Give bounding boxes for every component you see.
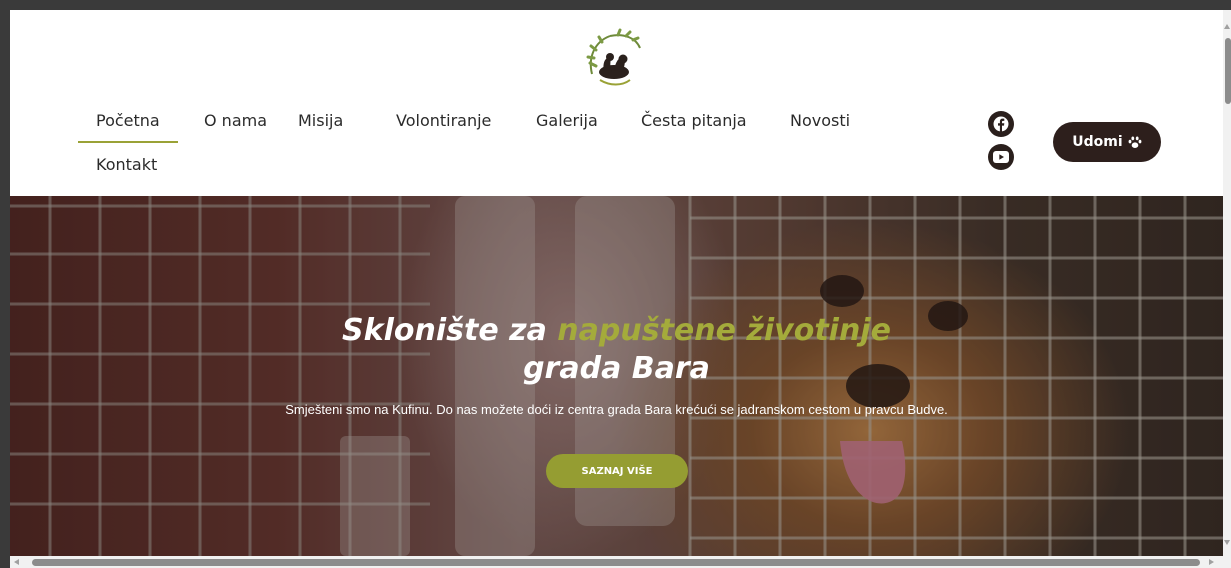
- youtube-link[interactable]: [988, 144, 1014, 170]
- nav-item-kontakt[interactable]: Kontakt: [96, 155, 157, 174]
- nav-item-galerija[interactable]: Galerija: [536, 111, 598, 130]
- hero-subtitle: Smješteni smo na Kufinu. Do nas možete d…: [285, 402, 948, 417]
- scroll-left-arrow-icon[interactable]: [14, 559, 19, 565]
- window-left-border: [0, 0, 10, 568]
- nav-item-volontiranje[interactable]: Volontiranje: [396, 111, 491, 130]
- nav-item-misija[interactable]: Misija: [298, 111, 343, 130]
- hero-title: Sklonište za napuštene životinje grada B…: [10, 312, 1223, 388]
- adopt-button[interactable]: Udomi: [1053, 122, 1161, 162]
- site-header: Početna O nama Misija Volontiranje Galer…: [10, 10, 1223, 196]
- hero-banner: Sklonište za napuštene životinje grada B…: [10, 196, 1223, 556]
- adopt-button-label: Udomi: [1072, 134, 1123, 150]
- nav-item-cesta-pitanja[interactable]: Česta pitanja: [641, 111, 747, 130]
- facebook-link[interactable]: [988, 111, 1014, 137]
- scroll-down-arrow-icon[interactable]: [1224, 540, 1230, 545]
- youtube-icon: [993, 151, 1009, 163]
- window-top-border: [0, 0, 1231, 10]
- vertical-scrollbar-thumb[interactable]: [1225, 38, 1231, 104]
- learn-more-button[interactable]: SAZNAJ VIŠE: [546, 454, 688, 488]
- paw-icon: [1128, 136, 1142, 148]
- scroll-right-arrow-icon[interactable]: [1209, 559, 1214, 565]
- nav-item-o-nama[interactable]: O nama: [204, 111, 267, 130]
- shelter-logo-icon: [586, 28, 641, 86]
- nav-item-pocetna[interactable]: Početna: [78, 111, 178, 143]
- facebook-icon: [993, 116, 1009, 132]
- hero-title-line2: grada Bara: [523, 351, 710, 386]
- hero-title-accent: napuštene životinje: [557, 313, 891, 348]
- scroll-up-arrow-icon[interactable]: [1224, 24, 1230, 29]
- site-logo[interactable]: [580, 28, 646, 94]
- nav-item-novosti[interactable]: Novosti: [790, 111, 850, 130]
- hero-title-part1: Sklonište za: [342, 313, 547, 348]
- horizontal-scrollbar-thumb[interactable]: [32, 559, 1200, 566]
